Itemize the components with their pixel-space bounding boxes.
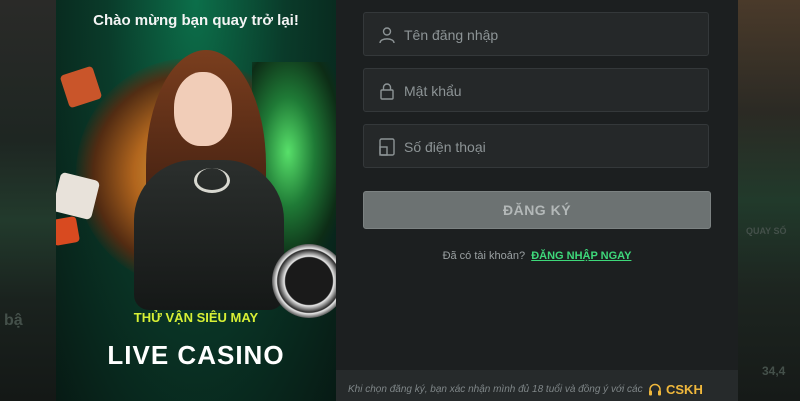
background-page-left: bậ <box>0 0 56 401</box>
headset-icon[interactable] <box>648 383 662 397</box>
phone-icon <box>379 138 395 156</box>
background-text: 34,4 <box>762 364 786 378</box>
terms-footer: Khi chọn đăng ký, bạn xác nhận mình đủ 1… <box>336 370 738 401</box>
phone-field[interactable] <box>363 124 709 169</box>
lock-icon <box>380 83 394 100</box>
casino-chip-image <box>272 244 336 318</box>
background-page-right: QUAY SỐ 34,4 <box>738 0 800 401</box>
register-button[interactable]: ĐĂNG KÝ <box>363 191 711 229</box>
have-account-text: Đã có tài khoản? <box>442 250 526 262</box>
phone-input[interactable] <box>402 125 696 169</box>
promo-banner: Chào mừng bạn quay trở lại! THỬ VẬN SIÊU… <box>56 0 336 401</box>
terms-text: Khi chọn đăng ký, bạn xác nhận mình đủ 1… <box>348 384 643 395</box>
welcome-text: Chào mừng bạn quay trở lại! <box>93 12 299 29</box>
dice-image <box>59 65 103 109</box>
user-icon <box>379 27 395 44</box>
model-face-image <box>174 72 232 146</box>
promo-tagline: THỬ VẬN SIÊU MAY <box>133 310 259 325</box>
background-text: QUAY SỐ <box>746 226 787 236</box>
login-now-link[interactable]: ĐĂNG NHẬP NGAY <box>531 250 631 262</box>
username-input[interactable] <box>402 13 696 57</box>
login-prompt: Đã có tài khoản? ĐĂNG NHẬP NGAY <box>336 250 738 262</box>
password-field[interactable] <box>363 68 709 113</box>
support-button[interactable]: CSKH <box>666 382 703 397</box>
register-form-panel: ĐĂNG KÝ Đã có tài khoản? ĐĂNG NHẬP NGAY … <box>336 0 738 401</box>
password-input[interactable] <box>402 69 696 113</box>
dice-image <box>56 215 81 247</box>
background-text: bậ <box>4 312 23 329</box>
necklace-image <box>194 168 230 193</box>
banner-title: LIVE CASINO <box>107 340 285 370</box>
username-field[interactable] <box>363 12 709 57</box>
